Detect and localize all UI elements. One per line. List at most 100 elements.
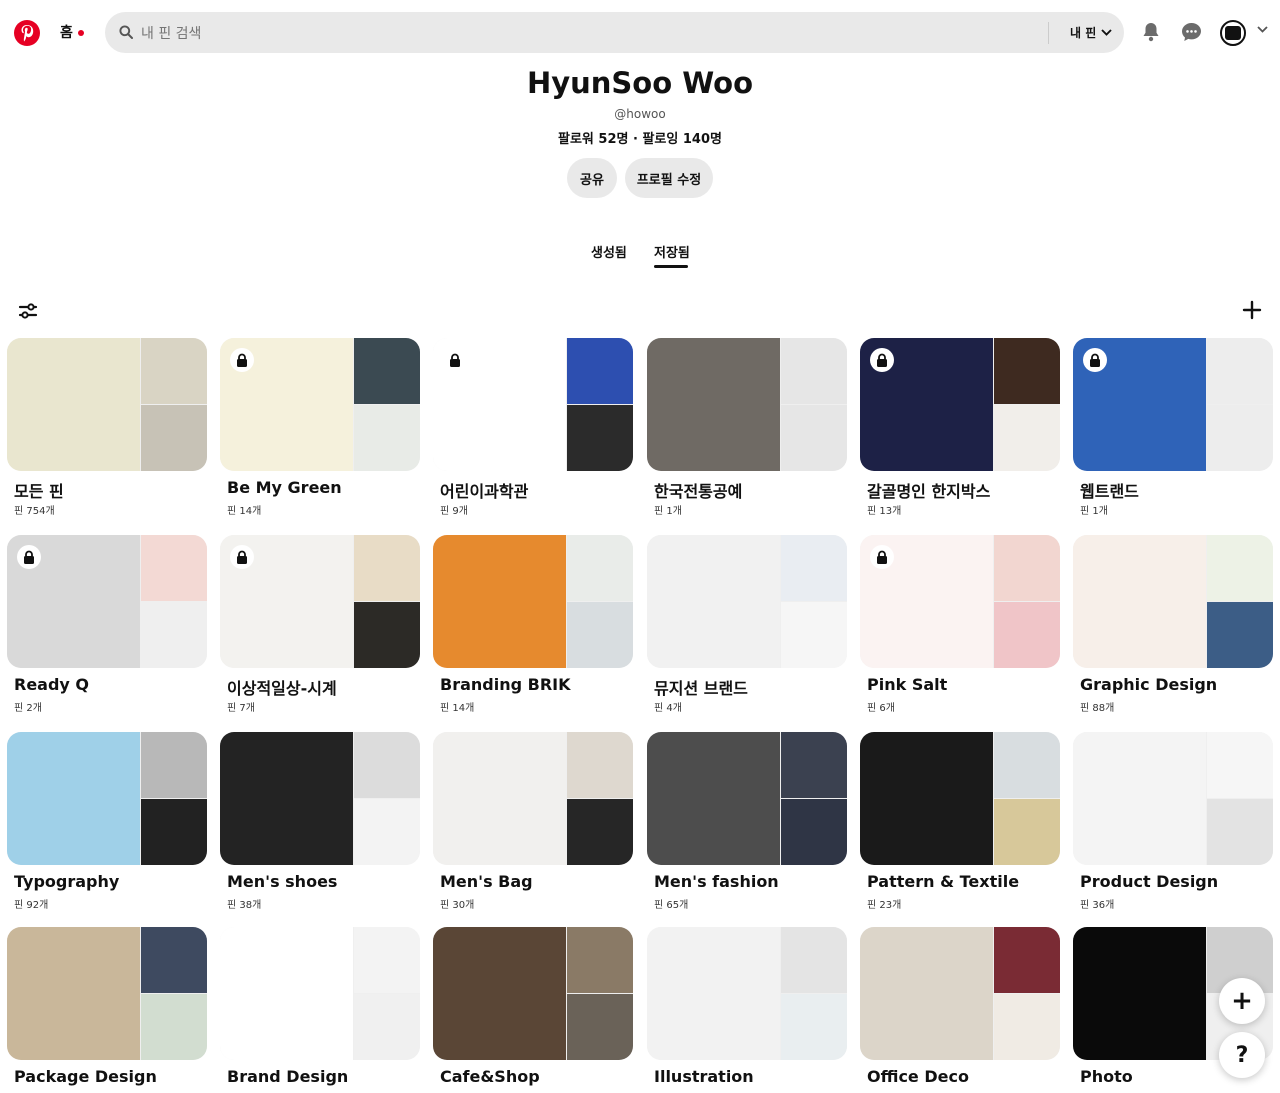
- board-title[interactable]: Branding BRIK: [440, 675, 571, 694]
- board-pin-count: 핀 4개: [654, 703, 682, 714]
- board-title[interactable]: Pink Salt: [867, 675, 947, 694]
- board-cover[interactable]: [7, 927, 207, 1060]
- home-tab[interactable]: 홈: [60, 22, 73, 42]
- lock-icon: [870, 545, 894, 569]
- board-cover-side-image: [354, 535, 420, 601]
- board-cover[interactable]: [647, 535, 847, 668]
- board-cover[interactable]: [433, 535, 633, 668]
- board-title[interactable]: 한국전통공예: [654, 478, 742, 502]
- search-scope-label: 내 핀: [1070, 26, 1097, 40]
- board-cover[interactable]: [860, 732, 1060, 865]
- board-cover-main-image: [220, 732, 353, 865]
- filter-icon[interactable]: [18, 302, 38, 320]
- board-cover[interactable]: [860, 338, 1060, 471]
- account-chevron-down-icon[interactable]: [1257, 26, 1268, 33]
- board-title[interactable]: Typography: [14, 872, 119, 891]
- board-title[interactable]: Ready Q: [14, 675, 89, 694]
- board-cover[interactable]: [7, 732, 207, 865]
- board-cover[interactable]: [647, 338, 847, 471]
- board-cover[interactable]: [1073, 535, 1273, 668]
- board-title[interactable]: 어린이과학관: [440, 478, 528, 502]
- pinterest-logo-icon[interactable]: [14, 20, 40, 46]
- board-title[interactable]: 갈골명인 한지박스: [867, 478, 990, 502]
- board-pin-count: 핀 92개: [14, 900, 49, 911]
- follow-stats[interactable]: 팔로워 52명 · 팔로잉 140명: [0, 128, 1280, 147]
- board-title[interactable]: Package Design: [14, 1067, 157, 1086]
- board-cover-side-image: [1207, 338, 1273, 404]
- board-title[interactable]: Cafe&Shop: [440, 1067, 540, 1086]
- board-cover-side-image: [354, 927, 420, 993]
- board-cover[interactable]: [1073, 338, 1273, 471]
- tab-created[interactable]: 생성됨: [591, 242, 627, 261]
- board-cover-side-image: [1207, 799, 1273, 865]
- board-cover-side-image: [781, 732, 847, 798]
- board-cover[interactable]: [7, 535, 207, 668]
- board-title[interactable]: Office Deco: [867, 1067, 969, 1086]
- board-title[interactable]: Men's fashion: [654, 872, 779, 891]
- board-cover[interactable]: [220, 338, 420, 471]
- plus-icon[interactable]: [1242, 300, 1262, 320]
- board-cover[interactable]: [220, 927, 420, 1060]
- search-icon: [119, 25, 133, 39]
- board-cover-main-image: [647, 338, 780, 471]
- board-title[interactable]: Illustration: [654, 1067, 754, 1086]
- board-cover[interactable]: [7, 338, 207, 471]
- board-pin-count: 핀 13개: [867, 506, 902, 517]
- share-button[interactable]: 공유: [567, 158, 617, 198]
- edit-profile-button[interactable]: 프로필 수정: [625, 158, 713, 198]
- board-cover-side-image: [567, 338, 633, 404]
- board-title[interactable]: Product Design: [1080, 872, 1218, 891]
- board-cover-side-image: [141, 994, 207, 1060]
- board-cover[interactable]: [860, 535, 1060, 668]
- board-cover-side-image: [1207, 732, 1273, 798]
- board-title[interactable]: 뮤지션 브랜드: [654, 675, 748, 699]
- add-floating-button[interactable]: +: [1219, 978, 1265, 1024]
- board-pin-count: 핀 23개: [867, 900, 902, 911]
- board-cover-side-image: [781, 994, 847, 1060]
- tab-saved[interactable]: 저장됨: [654, 242, 690, 261]
- board-title[interactable]: Be My Green: [227, 478, 342, 497]
- board-title[interactable]: Photo: [1080, 1067, 1133, 1086]
- board-title[interactable]: 이상적일상-시계: [227, 675, 337, 699]
- board-cover[interactable]: [220, 732, 420, 865]
- board-title[interactable]: Men's Bag: [440, 872, 533, 891]
- board-cover-side-image: [354, 732, 420, 798]
- help-floating-button[interactable]: ?: [1219, 1032, 1265, 1078]
- board-cover[interactable]: [433, 338, 633, 471]
- chat-icon[interactable]: [1181, 22, 1202, 42]
- search-bar[interactable]: 내 핀: [105, 12, 1124, 55]
- board-title[interactable]: Graphic Design: [1080, 675, 1217, 694]
- profile-name: HyunSoo Woo: [526, 66, 754, 100]
- board-cover-side-image: [567, 927, 633, 993]
- board-cover[interactable]: [860, 927, 1060, 1060]
- board-pin-count: 핀 36개: [1080, 900, 1115, 911]
- board-cover-side-image: [1207, 405, 1273, 471]
- board-title[interactable]: Pattern & Textile: [867, 872, 1019, 891]
- search-scope-dropdown[interactable]: 내 핀: [1070, 24, 1112, 41]
- board-cover[interactable]: [647, 732, 847, 865]
- board-cover-side-image: [567, 732, 633, 798]
- board-cover-side-image: [354, 799, 420, 865]
- search-divider: [1048, 22, 1049, 44]
- top-navigation-bar: 홈 내 핀: [0, 0, 1280, 64]
- board-title[interactable]: 웹트랜드: [1080, 478, 1139, 502]
- lock-icon: [870, 348, 894, 372]
- board-title[interactable]: Brand Design: [227, 1067, 348, 1086]
- board-cover-main-image: [433, 732, 566, 865]
- board-cover[interactable]: [1073, 732, 1273, 865]
- board-cover-side-image: [994, 535, 1060, 601]
- board-cover[interactable]: [433, 927, 633, 1060]
- board-title[interactable]: 모든 핀: [14, 478, 64, 502]
- bell-icon[interactable]: [1142, 22, 1160, 42]
- board-cover-side-image: [567, 994, 633, 1060]
- board-cover-side-image: [994, 732, 1060, 798]
- search-input[interactable]: [139, 12, 1043, 55]
- board-cover[interactable]: [220, 535, 420, 668]
- board-cover[interactable]: [433, 732, 633, 865]
- board-cover-side-image: [781, 927, 847, 993]
- board-pin-count: 핀 30개: [440, 900, 475, 911]
- avatar[interactable]: [1220, 20, 1246, 46]
- board-title[interactable]: Men's shoes: [227, 872, 337, 891]
- board-cover-side-image: [354, 405, 420, 471]
- board-cover[interactable]: [647, 927, 847, 1060]
